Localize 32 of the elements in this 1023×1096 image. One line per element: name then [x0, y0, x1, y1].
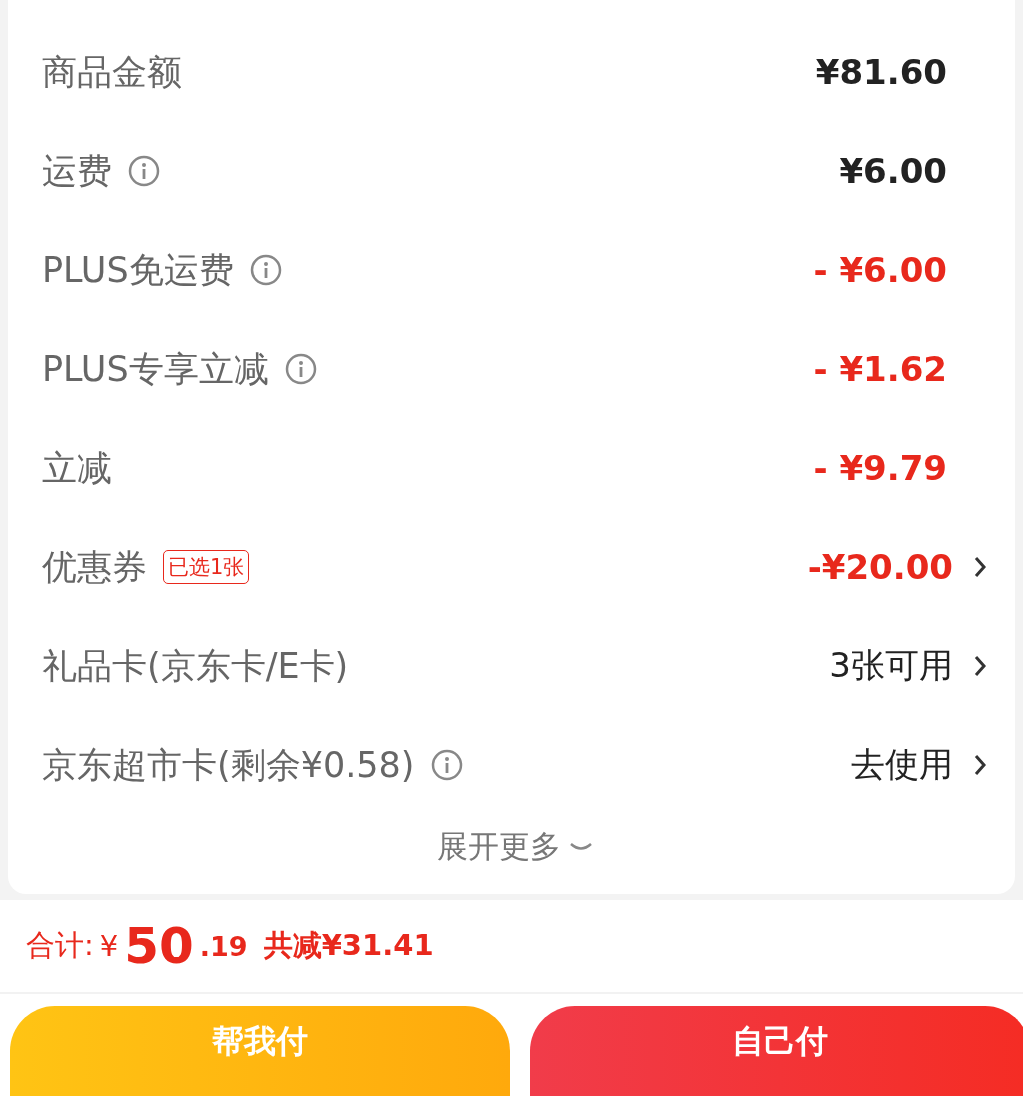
price-value: ¥6.00 [839, 151, 947, 191]
price-label: PLUS免运费 [42, 248, 234, 292]
chevron-down-icon[interactable] [568, 841, 593, 853]
chevron-right-icon[interactable] [973, 555, 987, 579]
total-decimal: .19 [199, 930, 248, 962]
coupon-badge: 已选1张 [163, 550, 250, 584]
price-label: 京东超市卡(剩余¥0.58) [42, 743, 415, 787]
pay-button[interactable]: 自己付 [530, 1006, 1023, 1096]
info-icon[interactable] [128, 155, 160, 187]
price-label: 运费 [42, 149, 112, 193]
price-label: 礼品卡(京东卡/E卡) [42, 644, 349, 688]
chevron-right-icon[interactable] [973, 753, 987, 777]
price-label: PLUS专享立减 [42, 347, 269, 391]
info-icon[interactable] [430, 749, 463, 781]
price-value[interactable]: 去使用 [851, 742, 953, 788]
price-value[interactable]: 3张可用 [829, 643, 953, 689]
total-label: 合计: [26, 927, 94, 964]
price-value: - ¥1.62 [813, 349, 947, 389]
price-label: 立减 [42, 446, 112, 490]
savings-text: 共减¥31.41 [263, 927, 434, 964]
expand-more-link[interactable]: 展开更多 [436, 826, 561, 868]
total-integer: 50 [124, 917, 194, 975]
price-value: - ¥6.00 [813, 250, 947, 290]
price-value: ¥81.60 [815, 52, 947, 92]
price-value[interactable]: -¥20.00 [807, 547, 953, 587]
info-icon[interactable] [249, 254, 282, 286]
info-icon[interactable] [284, 353, 317, 385]
chevron-right-icon[interactable] [973, 654, 987, 678]
currency-symbol: ¥ [99, 929, 119, 963]
price-value: - ¥9.79 [813, 448, 947, 488]
price-label: 商品金额 [42, 50, 182, 94]
price-label: 优惠券 [42, 545, 147, 589]
